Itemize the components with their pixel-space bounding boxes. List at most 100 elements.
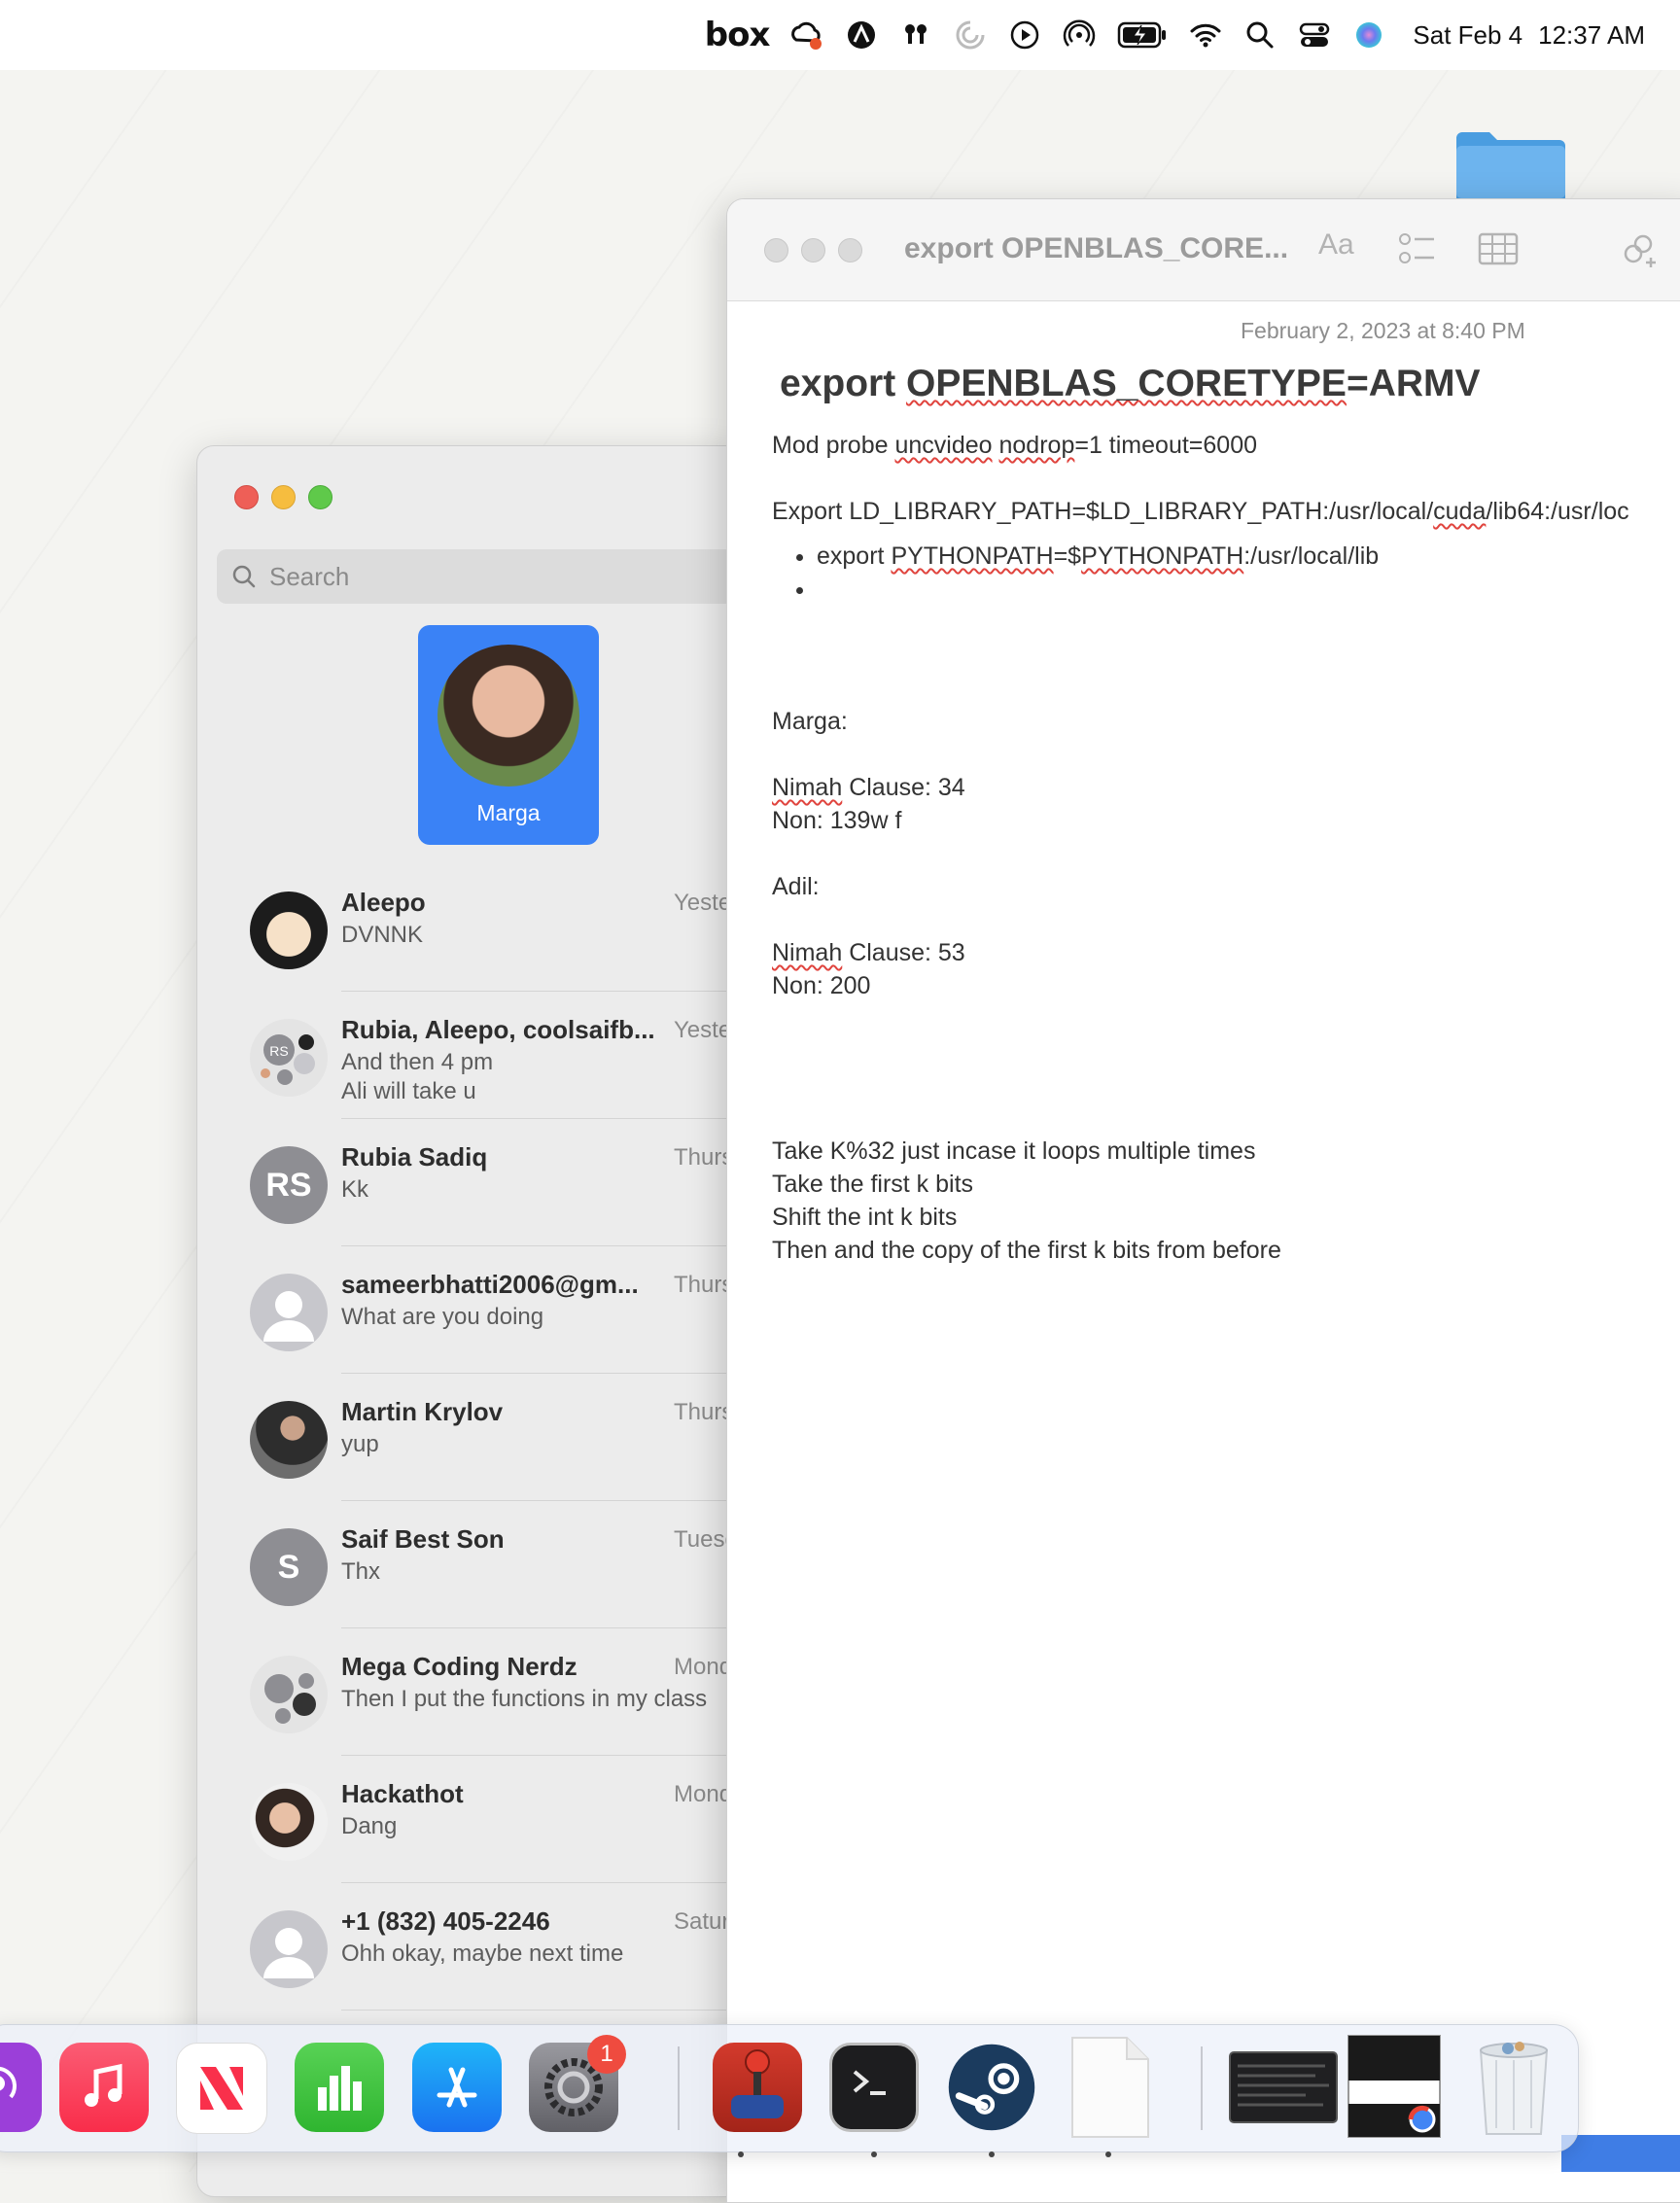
play-icon[interactable] <box>1008 0 1041 70</box>
close-button[interactable] <box>234 485 259 509</box>
search-icon <box>232 565 256 588</box>
minimize-button[interactable] <box>801 238 825 262</box>
list-item[interactable]: +1 (832) 405-2246 Saturday Ohh okay, may… <box>197 1883 742 2011</box>
pinned-name: Marga <box>476 800 541 825</box>
checklist-icon[interactable] <box>1398 230 1437 269</box>
podcasts-icon[interactable] <box>0 2043 42 2132</box>
format-button[interactable]: Aa <box>1318 228 1354 262</box>
running-indicator <box>1105 2151 1111 2157</box>
airdrop-icon[interactable] <box>1063 0 1096 70</box>
search-field[interactable] <box>217 549 742 604</box>
contact-name: Rubia, Aleepo, coolsaifb... <box>341 1015 655 1044</box>
contact-name: Saif Best Son <box>341 1524 505 1554</box>
creative-cloud-icon[interactable] <box>790 0 823 70</box>
chrome-window-icon[interactable] <box>1347 2035 1442 2138</box>
system-settings-icon[interactable]: 1 <box>529 2035 626 2132</box>
note-line: Export LD_LIBRARY_PATH=$LD_LIBRARY_PATH:… <box>772 495 1680 528</box>
folder-icon[interactable] <box>1452 130 1569 198</box>
running-indicator <box>989 2151 995 2157</box>
text-run: Nimah <box>772 774 843 801</box>
dock-separator <box>678 2046 680 2130</box>
heading-part: OPENBLAS_CORETYPE <box>906 363 1347 404</box>
dock: 1 <box>0 2024 1579 2157</box>
numbers-icon[interactable] <box>295 2043 384 2132</box>
trash-icon[interactable] <box>1469 2042 1558 2135</box>
avatar: RS <box>250 1146 328 1224</box>
close-button[interactable] <box>764 238 788 262</box>
window-preview-icon[interactable] <box>1228 2043 1339 2132</box>
news-icon[interactable] <box>176 2043 267 2134</box>
box-icon[interactable]: box <box>705 0 771 70</box>
search-input[interactable] <box>267 560 563 593</box>
note-body[interactable]: export OPENBLAS_CORETYPE=ARMV Mod probe … <box>772 361 1680 1267</box>
message-preview: DVNNK <box>341 922 424 948</box>
conversation-list: Aleepo Yesterday DVNNK RS Rubia, Aleepo,… <box>197 864 742 2011</box>
note-line: Take K%32 just incase it loops multiple … <box>772 1137 1256 1165</box>
note-line: Then and the copy of the first k bits fr… <box>772 1237 1281 1264</box>
text-run: nodrop <box>998 432 1075 459</box>
list-item[interactable]: Martin Krylov Thursday yup <box>197 1374 742 1501</box>
bullet-item <box>817 573 1680 606</box>
message-preview: Thx <box>341 1558 381 1585</box>
message-preview: And then 4 pm Ali will take u <box>341 1049 494 1104</box>
person-icon <box>250 1910 328 1988</box>
list-item[interactable]: sameerbhatti2006@gm... Thursday What are… <box>197 1246 742 1374</box>
wifi-icon[interactable] <box>1189 0 1222 70</box>
airpods-icon[interactable] <box>899 0 932 70</box>
note-line: Non: 139w f <box>772 807 902 834</box>
minimize-button[interactable] <box>271 485 296 509</box>
terminal-icon[interactable] <box>829 2043 919 2132</box>
menubar-time[interactable]: 12:37 AM <box>1538 20 1645 51</box>
messages-window: Marga Aleepo Yesterday DVNNK RS Rubia, A… <box>196 445 743 2197</box>
steam-icon[interactable] <box>947 2043 1036 2132</box>
siri-icon[interactable] <box>1352 0 1385 70</box>
music-icon[interactable] <box>59 2043 149 2132</box>
bullet-list: export PYTHONPATH=$PYTHONPATH:/usr/local… <box>772 540 1680 606</box>
app-store-icon[interactable] <box>412 2043 502 2132</box>
text-run: export <box>817 542 892 570</box>
list-item[interactable]: Mega Coding Nerdz Monday Then I put the … <box>197 1628 742 1756</box>
text-run: PYTHONPATH <box>891 542 1054 570</box>
running-indicator <box>871 2151 877 2157</box>
background-window-edge <box>1561 2135 1680 2172</box>
notes-window: export OPENBLAS_CORE... Aa February 2, 2… <box>726 198 1680 2203</box>
text-run: /lib64:/usr/loc <box>1486 498 1629 525</box>
pinned-conversation[interactable]: Marga <box>418 625 599 845</box>
note-heading: export OPENBLAS_CORETYPE=ARMV <box>780 361 1680 407</box>
zoom-button[interactable] <box>308 485 332 509</box>
list-item[interactable]: S Saif Best Son Tuesday Thx <box>197 1501 742 1628</box>
alfred-icon[interactable] <box>845 0 878 70</box>
heading-part: export <box>780 363 907 404</box>
list-item[interactable]: RS Rubia, Aleepo, coolsaifb... Yesterday… <box>197 992 742 1119</box>
notification-badge: 1 <box>587 2035 626 2074</box>
note-line: Nimah Clause: 53 <box>772 936 1680 969</box>
window-controls <box>764 238 862 262</box>
svg-text:RS: RS <box>269 1043 288 1059</box>
text-run: uncvideo <box>894 432 993 459</box>
spotlight-icon[interactable] <box>1243 0 1277 70</box>
message-preview: Ohh okay, maybe next time <box>341 1941 624 1967</box>
table-icon[interactable] <box>1478 230 1519 269</box>
joystick-app-icon[interactable] <box>713 2043 802 2132</box>
menubar-date[interactable]: Sat Feb 4 <box>1413 20 1522 51</box>
list-item[interactable]: RS Rubia Sadiq Thursday Kk <box>197 1119 742 1246</box>
text-run: Clause: 34 <box>842 774 965 801</box>
avatar <box>438 645 579 787</box>
heading-part: =ARMV <box>1346 363 1481 404</box>
battery-icon[interactable] <box>1117 0 1168 70</box>
list-item[interactable]: Aleepo Yesterday DVNNK <box>197 864 742 992</box>
control-center-icon[interactable] <box>1298 0 1331 70</box>
text-run <box>993 432 999 459</box>
list-item[interactable]: Hackathot Monday Dang <box>197 1756 742 1883</box>
loading-icon[interactable] <box>954 0 987 70</box>
zoom-button[interactable] <box>838 238 862 262</box>
avatar: S <box>250 1528 328 1606</box>
document-icon[interactable] <box>1066 2037 1155 2138</box>
group-avatar <box>250 1656 328 1733</box>
collaborate-icon[interactable] <box>1618 228 1661 271</box>
